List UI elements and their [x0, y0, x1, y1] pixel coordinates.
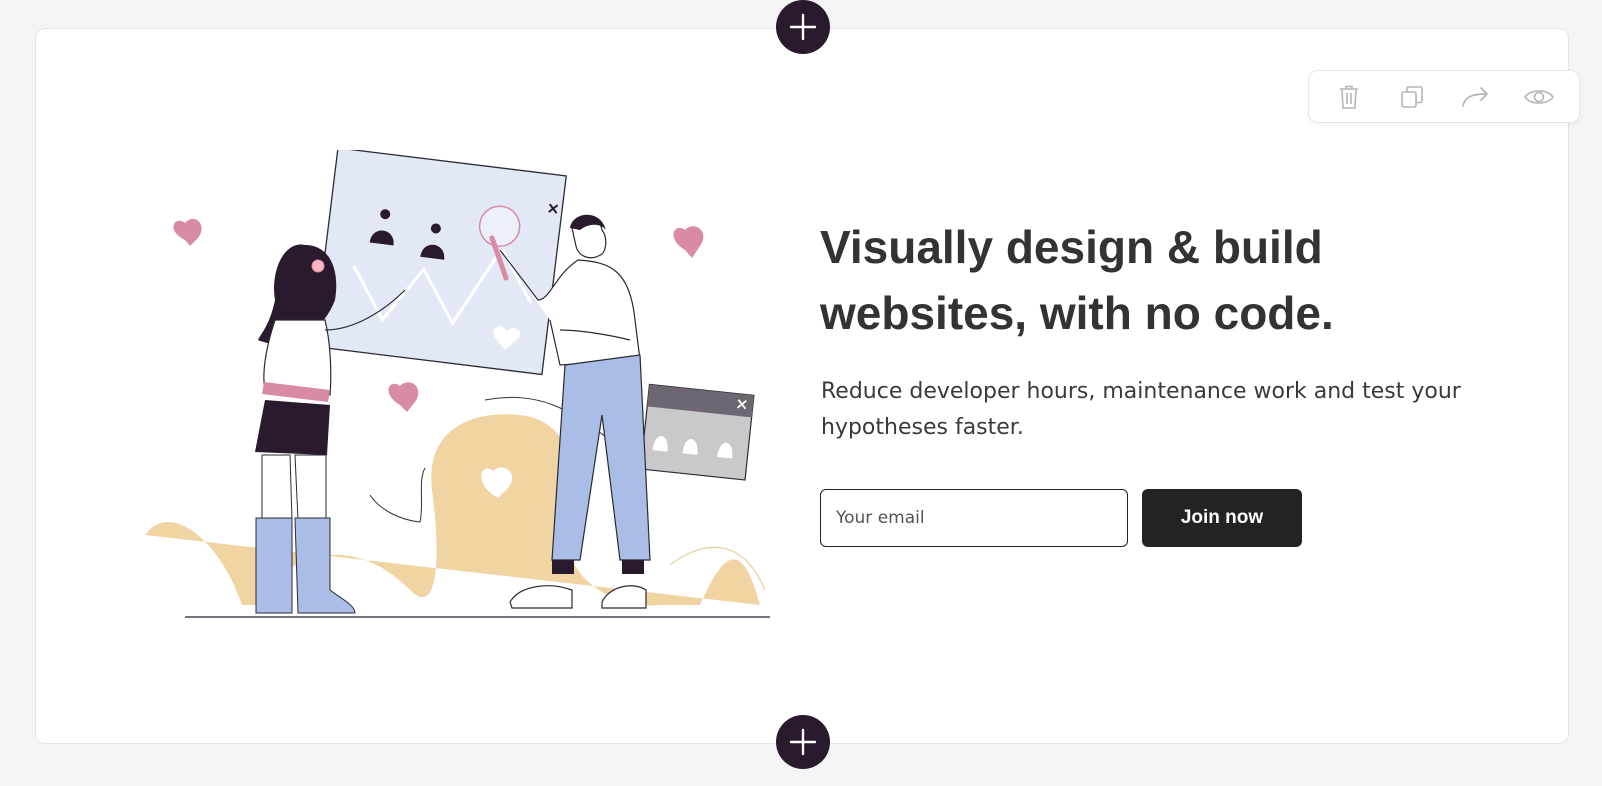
- small-window: [639, 383, 755, 481]
- heart-shape: [388, 382, 419, 412]
- preview-button[interactable]: [1519, 77, 1559, 117]
- subtext-line-1: Reduce developer hours, maintenance work…: [821, 379, 1461, 404]
- heart-shape: [673, 226, 704, 258]
- chart-board: [312, 150, 567, 376]
- plus-icon: [789, 13, 817, 41]
- trash-icon: [1339, 85, 1358, 109]
- share-icon: [1461, 86, 1488, 107]
- eye-icon: [1524, 89, 1555, 104]
- add-section-top-button[interactable]: [776, 0, 830, 54]
- plus-icon: [789, 728, 817, 756]
- email-input[interactable]: [820, 489, 1128, 547]
- hero-illustration: [145, 150, 770, 618]
- heart-shape: [173, 218, 202, 246]
- add-section-bottom-button[interactable]: [776, 715, 830, 769]
- copy-icon: [1401, 85, 1424, 108]
- duplicate-button[interactable]: [1392, 77, 1432, 117]
- headline-line-1: Visually design & build: [820, 221, 1323, 273]
- hero-headline: Visually design & build websites, with n…: [820, 214, 1520, 346]
- subtext-line-2: hypotheses faster.: [821, 415, 1024, 440]
- hero-subtext: Reduce developer hours, maintenance work…: [821, 374, 1501, 446]
- delete-button[interactable]: [1329, 77, 1369, 117]
- share-button[interactable]: [1456, 77, 1496, 117]
- join-now-button[interactable]: Join now: [1142, 489, 1302, 547]
- headline-line-2: websites, with no code.: [820, 287, 1334, 339]
- section-toolbar: [1308, 70, 1580, 123]
